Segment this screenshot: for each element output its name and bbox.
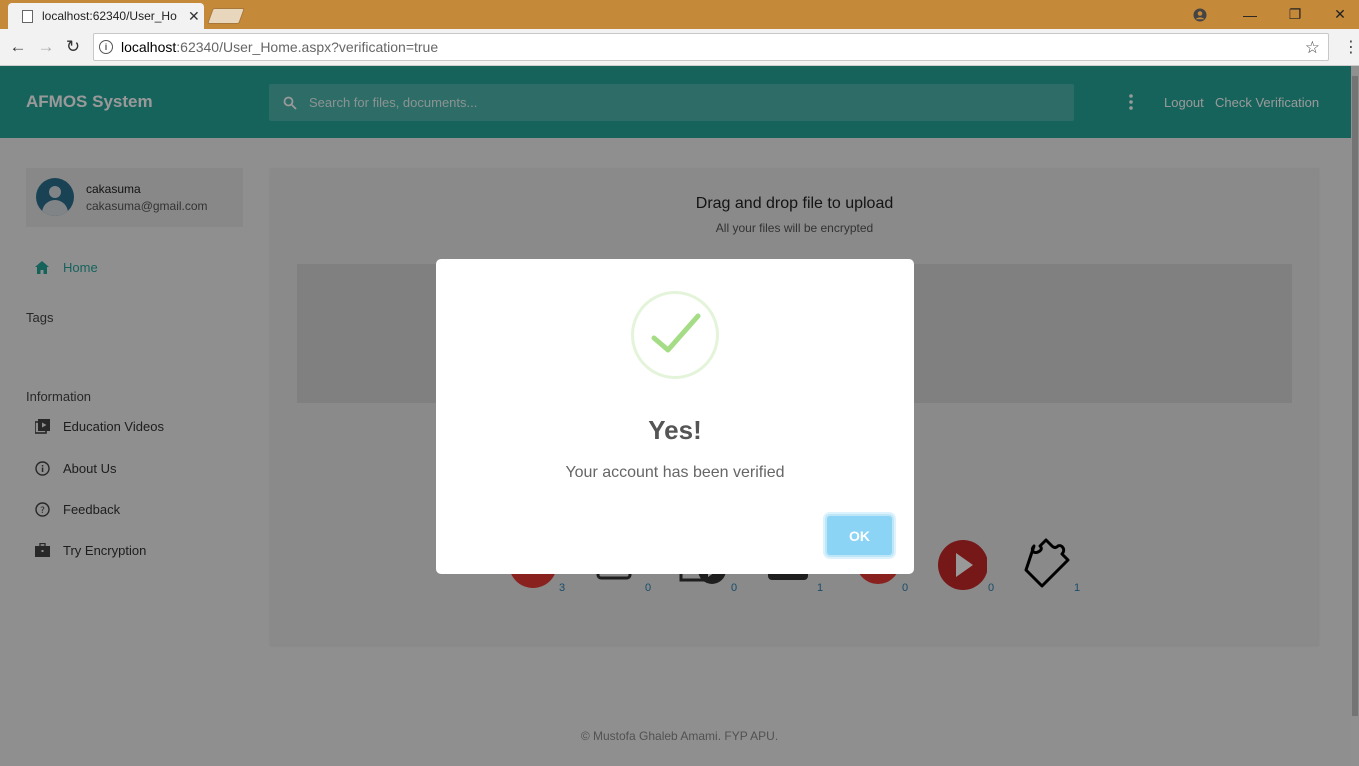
url-path: :62340/User_Home.aspx?verification=true — [176, 39, 439, 55]
success-check-icon — [631, 291, 719, 379]
bookmark-star-icon[interactable]: ☆ — [1305, 38, 1320, 58]
dialog-title: Yes! — [648, 415, 702, 445]
document-icon — [22, 9, 33, 23]
minimize-icon[interactable]: — — [1228, 0, 1272, 29]
forward-icon[interactable]: → — [36, 37, 56, 57]
restore-icon[interactable]: ❐ — [1273, 0, 1317, 29]
back-icon[interactable]: ← — [8, 37, 28, 57]
browser-menu-icon[interactable]: ⋮ — [1343, 37, 1359, 57]
success-dialog: Yes! Your account has been verified OK — [436, 259, 914, 574]
site-info-icon[interactable]: i — [99, 40, 113, 54]
url-host: localhost — [121, 39, 177, 55]
close-tab-icon[interactable]: ✕ — [188, 8, 200, 25]
profile-icon[interactable] — [1178, 0, 1222, 29]
browser-tab[interactable]: localhost:62340/User_Ho ✕ — [8, 3, 204, 29]
reload-icon[interactable]: ↻ — [63, 37, 83, 57]
new-tab-button[interactable] — [207, 8, 245, 24]
ok-button[interactable]: OK — [825, 514, 894, 557]
dialog-message: Your account has been verified — [565, 464, 785, 481]
url-input[interactable]: i localhost:62340/User_Home.aspx?verific… — [93, 33, 1329, 61]
close-window-icon[interactable]: ✕ — [1318, 0, 1359, 29]
address-bar-row: ← → ↻ i localhost:62340/User_Home.aspx?v… — [0, 29, 1359, 66]
tab-title: localhost:62340/User_Ho — [42, 9, 177, 23]
browser-tabbar: localhost:62340/User_Ho ✕ — ❐ ✕ — [0, 0, 1359, 29]
